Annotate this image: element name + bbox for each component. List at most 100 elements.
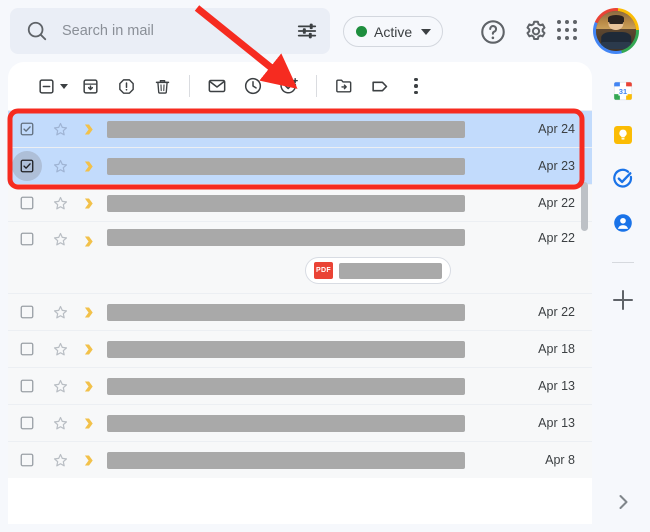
search-bar[interactable]: [10, 8, 330, 54]
archive-icon: [82, 78, 98, 94]
message-date: Apr 13: [538, 379, 575, 393]
message-content: [103, 120, 500, 138]
delete-button[interactable]: [144, 68, 180, 104]
avatar[interactable]: [593, 8, 639, 54]
star-button[interactable]: [45, 121, 75, 138]
important-marker[interactable]: [75, 341, 103, 358]
important-chevron-icon: [84, 198, 93, 208]
message-date: Apr 22: [538, 231, 575, 245]
report-spam-button[interactable]: [108, 68, 144, 104]
star-button[interactable]: [45, 304, 75, 321]
redacted-subject: [107, 120, 465, 138]
toolbar-divider: [189, 75, 190, 97]
star-button[interactable]: [45, 378, 75, 395]
important-marker[interactable]: [75, 222, 103, 250]
important-marker[interactable]: [75, 452, 103, 469]
star-button[interactable]: [45, 195, 75, 212]
message-date: Apr 18: [538, 342, 575, 356]
checkbox-unchecked-icon: [20, 416, 33, 430]
important-marker[interactable]: [75, 304, 103, 321]
important-marker[interactable]: [75, 195, 103, 212]
star-button[interactable]: [45, 452, 75, 469]
message-content: PDF: [103, 222, 500, 284]
row-checkbox[interactable]: [8, 304, 45, 320]
search-input[interactable]: [62, 23, 290, 39]
message-row[interactable]: Apr 23: [8, 147, 592, 184]
checkbox-unchecked-icon: [20, 305, 33, 319]
star-button[interactable]: [45, 222, 75, 248]
important-marker[interactable]: [75, 121, 103, 138]
important-marker[interactable]: [75, 415, 103, 432]
more-vertical-icon: [414, 77, 418, 95]
message-row[interactable]: Apr 13: [8, 404, 592, 441]
row-checkbox[interactable]: [8, 222, 45, 247]
star-icon: [53, 232, 67, 246]
message-row[interactable]: Apr 8: [8, 441, 592, 478]
checkbox-unchecked-icon: [20, 379, 33, 393]
snooze-button[interactable]: [235, 68, 271, 104]
side-panel: 31: [596, 62, 650, 532]
important-chevron-icon: [84, 124, 93, 134]
row-checkbox[interactable]: [8, 378, 45, 394]
row-checkbox[interactable]: [8, 415, 45, 431]
google-contacts-icon[interactable]: [612, 212, 634, 234]
star-button[interactable]: [45, 341, 75, 358]
tune-icon[interactable]: [296, 20, 318, 42]
move-to-button[interactable]: [326, 68, 362, 104]
google-calendar-icon[interactable]: 31: [612, 80, 634, 102]
important-chevron-icon: [84, 236, 93, 247]
more-options-button[interactable]: [398, 68, 434, 104]
labels-button[interactable]: [362, 68, 398, 104]
list-scrollbar[interactable]: [581, 182, 588, 231]
star-icon: [53, 379, 67, 392]
select-all-checkbox[interactable]: [28, 68, 64, 104]
message-date: Apr 8: [545, 453, 575, 467]
redacted-subject: [107, 194, 465, 212]
add-to-tasks-button[interactable]: [271, 68, 307, 104]
apps-grid-icon: [557, 20, 581, 40]
report-spam-icon: [118, 78, 134, 94]
redacted-subject: [107, 340, 465, 358]
redacted-subject: [107, 451, 465, 469]
message-content: [103, 340, 500, 358]
important-marker[interactable]: [75, 378, 103, 395]
important-chevron-icon: [84, 381, 93, 391]
status-chip[interactable]: Active: [343, 16, 444, 47]
avatar-photo: [596, 11, 636, 51]
chevron-right-icon[interactable]: [613, 492, 633, 512]
add-on-plus-icon[interactable]: [612, 289, 634, 311]
google-tasks-icon[interactable]: [612, 168, 634, 190]
checkbox-unchecked-icon: [20, 342, 33, 356]
select-all-dropdown[interactable]: [60, 83, 68, 89]
mark-unread-button[interactable]: [199, 68, 235, 104]
message-row[interactable]: Apr 24: [8, 110, 592, 147]
star-button[interactable]: [45, 415, 75, 432]
row-checkbox[interactable]: [8, 121, 45, 137]
help-button[interactable]: [479, 18, 507, 46]
status-label: Active: [374, 23, 413, 40]
message-row[interactable]: Apr 13: [8, 367, 592, 404]
star-button[interactable]: [45, 158, 75, 175]
message-row[interactable]: PDF Apr 22: [8, 221, 592, 293]
important-chevron-icon: [84, 161, 93, 171]
row-checkbox[interactable]: [8, 452, 45, 468]
message-row[interactable]: Apr 22: [8, 184, 592, 221]
message-toolbar: [8, 62, 592, 110]
message-row[interactable]: Apr 22: [8, 293, 592, 330]
row-checkbox[interactable]: [8, 341, 45, 357]
attachment-chip[interactable]: PDF: [305, 257, 451, 284]
top-header: Active: [0, 0, 639, 62]
row-checkbox[interactable]: [8, 151, 45, 181]
row-checkbox[interactable]: [8, 195, 45, 211]
toolbar-divider: [316, 75, 317, 97]
important-marker[interactable]: [75, 158, 103, 175]
side-panel-divider: [612, 262, 634, 263]
star-icon: [53, 342, 67, 355]
settings-button[interactable]: [522, 18, 550, 46]
archive-button[interactable]: [72, 68, 108, 104]
help-icon: [481, 20, 505, 44]
google-keep-icon[interactable]: [612, 124, 634, 146]
message-row[interactable]: Apr 18: [8, 330, 592, 367]
message-date: Apr 13: [538, 416, 575, 430]
google-apps-button[interactable]: [557, 20, 581, 44]
